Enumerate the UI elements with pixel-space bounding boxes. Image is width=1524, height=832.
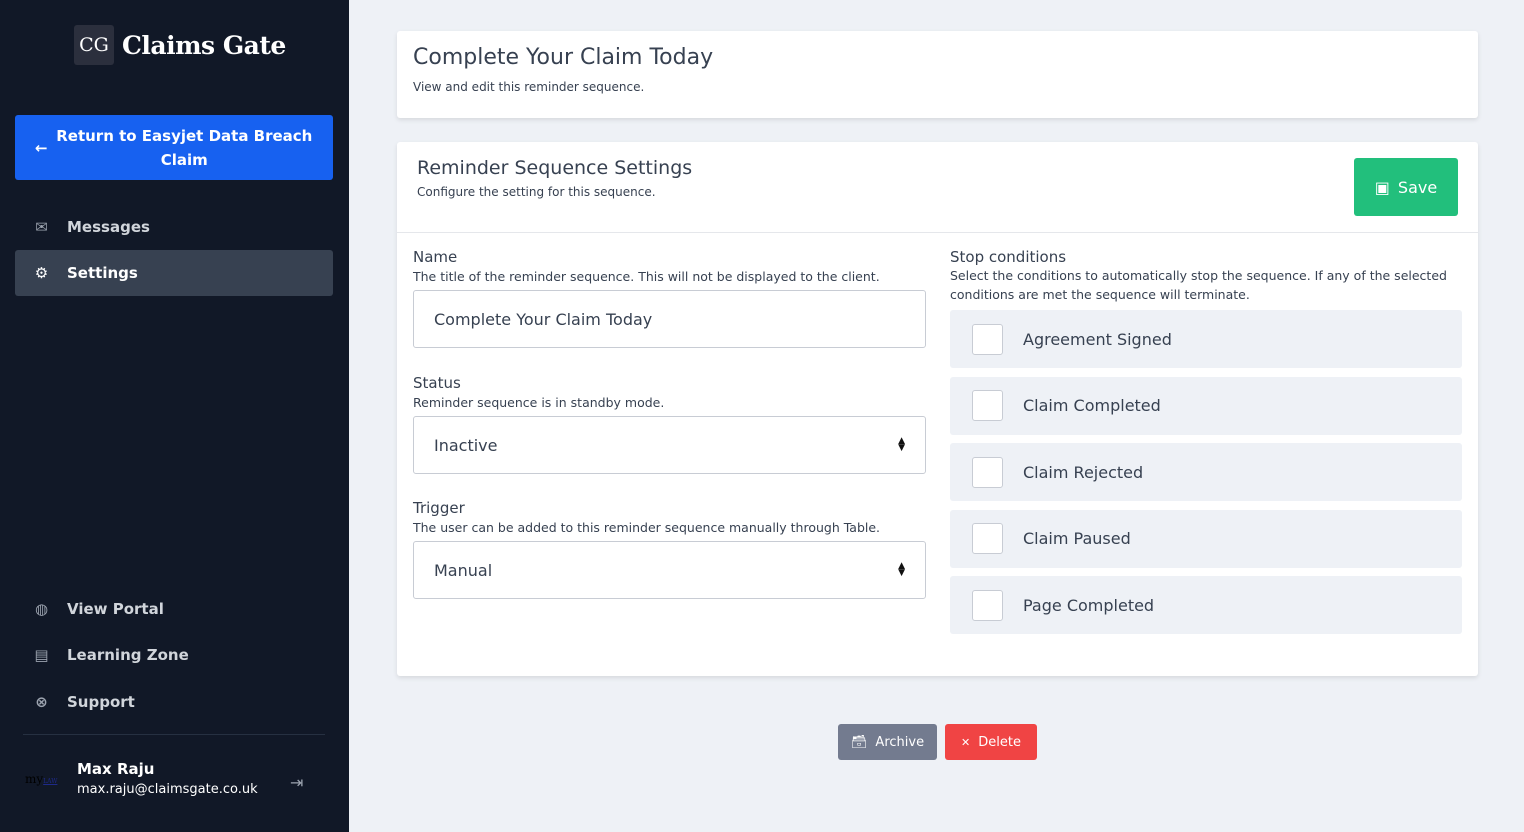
status-field-group: Status Reminder sequence is in standby m… bbox=[413, 374, 926, 474]
trigger-value: Manual bbox=[434, 560, 493, 580]
sidebar: CG Claims Gate ← Return to Easyjet Data B… bbox=[0, 0, 349, 832]
arrow-left-icon: ← bbox=[35, 138, 48, 157]
user-name: Max Raju bbox=[77, 760, 155, 778]
sidebar-item-learning-zone[interactable]: ▤ Learning Zone bbox=[15, 632, 333, 678]
trigger-field-group: Trigger The user can be added to this re… bbox=[413, 499, 926, 599]
gear-icon: ⚙ bbox=[34, 264, 49, 282]
condition-label: Page Completed bbox=[1023, 595, 1155, 615]
status-hint: Reminder sequence is in standby mode. bbox=[413, 395, 665, 410]
life-ring-icon: ⊗ bbox=[35, 693, 48, 711]
delete-button[interactable]: ✕ Delete bbox=[945, 724, 1037, 760]
return-to-claim-button[interactable]: ← Return to Easyjet Data Breach Claim bbox=[15, 115, 333, 180]
sidebar-item-support[interactable]: ⊗ Support bbox=[15, 679, 333, 725]
logo[interactable]: CG Claims Gate bbox=[74, 25, 286, 65]
envelope-icon: ✉ bbox=[35, 218, 48, 236]
page-subtitle: View and edit this reminder sequence. bbox=[413, 80, 645, 94]
settings-card: Reminder Sequence Settings Configure the… bbox=[397, 142, 1478, 676]
stop-condition-item[interactable]: Page Completed bbox=[950, 576, 1462, 634]
condition-label: Claim Completed bbox=[1023, 396, 1161, 415]
stop-condition-item[interactable]: Claim Rejected bbox=[950, 443, 1462, 501]
settings-header: Reminder Sequence Settings Configure the… bbox=[397, 142, 1478, 233]
name-value: Complete Your Claim Today bbox=[434, 309, 653, 329]
settings-title: Reminder Sequence Settings bbox=[417, 157, 693, 179]
stop-condition-item[interactable]: Agreement Signed bbox=[950, 310, 1462, 368]
checkbox[interactable] bbox=[972, 390, 1003, 421]
close-icon: ✕ bbox=[961, 735, 971, 749]
sort-icon: ▲ ▼ bbox=[898, 436, 905, 453]
divider bbox=[23, 734, 325, 735]
name-label: Name bbox=[413, 248, 458, 266]
checkbox[interactable] bbox=[972, 456, 1003, 488]
status-select[interactable]: Inactive ▲ ▼ bbox=[413, 416, 926, 474]
logo-mark: CG bbox=[74, 25, 114, 65]
name-hint: The title of the reminder sequence. This… bbox=[413, 269, 880, 284]
book-icon: ▤ bbox=[34, 646, 49, 664]
archive-button[interactable]: 🗃 Archive bbox=[838, 724, 937, 760]
trigger-hint: The user can be added to this reminder s… bbox=[413, 520, 881, 535]
condition-label: Claim Rejected bbox=[1023, 462, 1144, 482]
condition-label: Claim Paused bbox=[1023, 529, 1131, 548]
page-title: Complete Your Claim Today bbox=[413, 45, 714, 70]
checkbox[interactable] bbox=[972, 589, 1003, 621]
sidebar-item-view-portal[interactable]: ◍ View Portal bbox=[15, 586, 333, 632]
checkbox[interactable] bbox=[972, 523, 1003, 554]
user-email: max.raju@claimsgate.co.uk bbox=[77, 782, 258, 797]
condition-label: Agreement Signed bbox=[1023, 329, 1172, 349]
floppy-disk-icon: ▣ bbox=[1374, 177, 1390, 197]
user-profile: myLAW Max Raju max.raju@claimsgate.co.uk bbox=[25, 760, 258, 797]
settings-subtitle: Configure the setting for this sequence. bbox=[417, 185, 656, 199]
header-card: Complete Your Claim Today View and edit … bbox=[397, 31, 1478, 118]
stop-conditions-group: Stop conditions Select the conditions to… bbox=[950, 248, 1465, 643]
name-input[interactable]: Complete Your Claim Today bbox=[413, 290, 926, 348]
brand-name: Claims Gate bbox=[122, 30, 286, 60]
stop-condition-item[interactable]: Claim Completed bbox=[950, 376, 1462, 435]
sidebar-item-settings[interactable]: ⚙ Settings bbox=[15, 250, 333, 296]
logout-icon[interactable]: ⇥ bbox=[290, 773, 303, 792]
trigger-select[interactable]: Manual ▲ ▼ bbox=[413, 541, 926, 599]
archive-icon: 🗃 bbox=[850, 734, 868, 750]
status-label: Status bbox=[413, 374, 461, 392]
sort-icon: ▲ ▼ bbox=[898, 561, 905, 578]
stop-conditions-label: Stop conditions bbox=[950, 248, 1067, 266]
stop-condition-item[interactable]: Claim Paused bbox=[950, 509, 1462, 568]
sidebar-item-messages[interactable]: ✉ Messages bbox=[15, 204, 333, 250]
company-logo: myLAW bbox=[25, 771, 58, 786]
name-field-group: Name The title of the reminder sequence.… bbox=[413, 248, 926, 348]
checkbox[interactable] bbox=[972, 323, 1003, 355]
save-button[interactable]: ▣ Save bbox=[1354, 158, 1458, 216]
status-value: Inactive bbox=[434, 435, 498, 455]
stop-conditions-hint: Select the conditions to automatically s… bbox=[950, 268, 1447, 302]
trigger-label: Trigger bbox=[413, 499, 465, 517]
globe-icon: ◍ bbox=[34, 600, 49, 618]
